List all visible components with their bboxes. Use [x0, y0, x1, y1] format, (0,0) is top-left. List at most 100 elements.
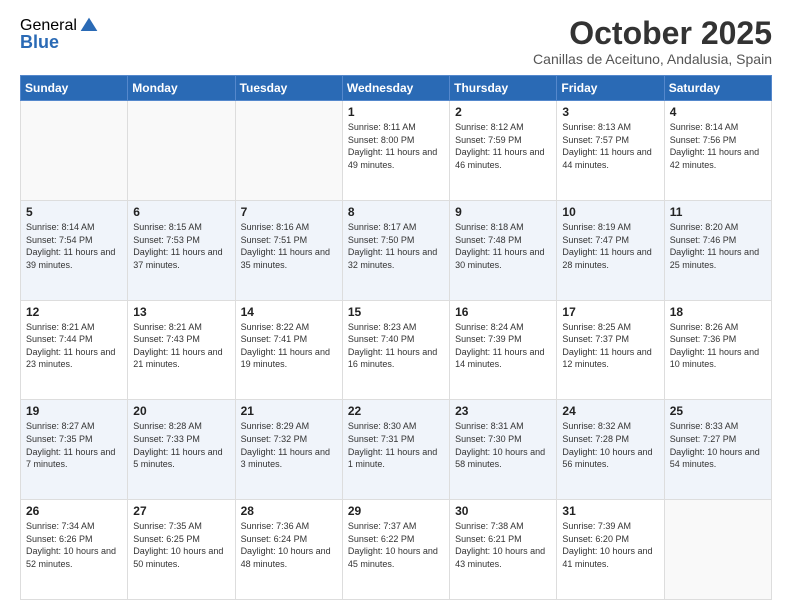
table-row: 20 Sunrise: 8:28 AM Sunset: 7:33 PM Dayli… — [128, 400, 235, 500]
table-row: 8 Sunrise: 8:17 AM Sunset: 7:50 PM Daylig… — [342, 200, 449, 300]
day-number: 16 — [455, 305, 551, 319]
table-row — [235, 101, 342, 201]
day-info: Sunrise: 8:33 AM Sunset: 7:27 PM Dayligh… — [670, 420, 766, 470]
day-info: Sunrise: 8:25 AM Sunset: 7:37 PM Dayligh… — [562, 321, 658, 371]
table-row: 10 Sunrise: 8:19 AM Sunset: 7:47 PM Dayli… — [557, 200, 664, 300]
day-info: Sunrise: 8:18 AM Sunset: 7:48 PM Dayligh… — [455, 221, 551, 271]
day-info: Sunrise: 8:21 AM Sunset: 7:44 PM Dayligh… — [26, 321, 122, 371]
day-info: Sunrise: 7:38 AM Sunset: 6:21 PM Dayligh… — [455, 520, 551, 570]
day-info: Sunrise: 8:30 AM Sunset: 7:31 PM Dayligh… — [348, 420, 444, 470]
table-row: 22Sunrise: 8:30 AM Sunset: 7:31 PM Dayli… — [342, 400, 449, 500]
table-row: 31Sunrise: 7:39 AM Sunset: 6:20 PM Dayli… — [557, 500, 664, 600]
header-wednesday: Wednesday — [342, 76, 449, 101]
day-info: Sunrise: 7:37 AM Sunset: 6:22 PM Dayligh… — [348, 520, 444, 570]
day-number: 20 — [133, 404, 229, 418]
page: General Blue October 2025 Canillas de Ac… — [0, 0, 792, 612]
calendar-week-row: 26 Sunrise: 7:34 AM Sunset: 6:26 PM Dayli… — [21, 500, 772, 600]
day-number: 6 — [133, 205, 229, 219]
calendar: Sunday Monday Tuesday Wednesday Thursday… — [20, 75, 772, 600]
day-number: 12 — [26, 305, 122, 319]
day-number: 1 — [348, 105, 444, 119]
day-number: 23 — [455, 404, 551, 418]
table-row: 5 Sunrise: 8:14 AM Sunset: 7:54 PM Daylig… — [21, 200, 128, 300]
table-row: 27 Sunrise: 7:35 AM Sunset: 6:25 PM Dayli… — [128, 500, 235, 600]
calendar-week-row: 5 Sunrise: 8:14 AM Sunset: 7:54 PM Daylig… — [21, 200, 772, 300]
table-row: 4 Sunrise: 8:14 AM Sunset: 7:56 PM Daylig… — [664, 101, 771, 201]
day-number: 28 — [241, 504, 337, 518]
day-number: 14 — [241, 305, 337, 319]
day-info: Sunrise: 7:35 AM Sunset: 6:25 PM Dayligh… — [133, 520, 229, 570]
header-monday: Monday — [128, 76, 235, 101]
table-row: 24Sunrise: 8:32 AM Sunset: 7:28 PM Dayli… — [557, 400, 664, 500]
day-info: Sunrise: 8:28 AM Sunset: 7:33 PM Dayligh… — [133, 420, 229, 470]
day-info: Sunrise: 8:27 AM Sunset: 7:35 PM Dayligh… — [26, 420, 122, 470]
logo: General Blue — [20, 16, 99, 53]
day-info: Sunrise: 8:17 AM Sunset: 7:50 PM Dayligh… — [348, 221, 444, 271]
day-number: 5 — [26, 205, 122, 219]
day-number: 9 — [455, 205, 551, 219]
day-info: Sunrise: 7:36 AM Sunset: 6:24 PM Dayligh… — [241, 520, 337, 570]
table-row: 13Sunrise: 8:21 AM Sunset: 7:43 PM Dayli… — [128, 300, 235, 400]
header-saturday: Saturday — [664, 76, 771, 101]
header-tuesday: Tuesday — [235, 76, 342, 101]
day-info: Sunrise: 8:20 AM Sunset: 7:46 PM Dayligh… — [670, 221, 766, 271]
header: General Blue October 2025 Canillas de Ac… — [20, 16, 772, 67]
table-row: 26 Sunrise: 7:34 AM Sunset: 6:26 PM Dayli… — [21, 500, 128, 600]
day-info: Sunrise: 8:16 AM Sunset: 7:51 PM Dayligh… — [241, 221, 337, 271]
table-row: 12 Sunrise: 8:21 AM Sunset: 7:44 PM Dayli… — [21, 300, 128, 400]
day-number: 24 — [562, 404, 658, 418]
table-row: 11Sunrise: 8:20 AM Sunset: 7:46 PM Dayli… — [664, 200, 771, 300]
month-title: October 2025 — [533, 16, 772, 51]
calendar-week-row: 1 Sunrise: 8:11 AM Sunset: 8:00 PM Daylig… — [21, 101, 772, 201]
table-row: 23Sunrise: 8:31 AM Sunset: 7:30 PM Dayli… — [450, 400, 557, 500]
table-row: 16 Sunrise: 8:24 AM Sunset: 7:39 PM Dayli… — [450, 300, 557, 400]
day-number: 18 — [670, 305, 766, 319]
day-info: Sunrise: 8:14 AM Sunset: 7:54 PM Dayligh… — [26, 221, 122, 271]
table-row: 28 Sunrise: 7:36 AM Sunset: 6:24 PM Dayli… — [235, 500, 342, 600]
day-number: 21 — [241, 404, 337, 418]
table-row — [128, 101, 235, 201]
day-info: Sunrise: 8:19 AM Sunset: 7:47 PM Dayligh… — [562, 221, 658, 271]
weekday-header-row: Sunday Monday Tuesday Wednesday Thursday… — [21, 76, 772, 101]
table-row: 6Sunrise: 8:15 AM Sunset: 7:53 PM Daylig… — [128, 200, 235, 300]
header-thursday: Thursday — [450, 76, 557, 101]
day-number: 25 — [670, 404, 766, 418]
table-row: 7 Sunrise: 8:16 AM Sunset: 7:51 PM Daylig… — [235, 200, 342, 300]
day-info: Sunrise: 8:22 AM Sunset: 7:41 PM Dayligh… — [241, 321, 337, 371]
logo-icon — [79, 16, 99, 36]
table-row: 9 Sunrise: 8:18 AM Sunset: 7:48 PM Daylig… — [450, 200, 557, 300]
day-info: Sunrise: 8:12 AM Sunset: 7:59 PM Dayligh… — [455, 121, 551, 171]
table-row: 1 Sunrise: 8:11 AM Sunset: 8:00 PM Daylig… — [342, 101, 449, 201]
calendar-week-row: 12 Sunrise: 8:21 AM Sunset: 7:44 PM Dayli… — [21, 300, 772, 400]
day-info: Sunrise: 7:34 AM Sunset: 6:26 PM Dayligh… — [26, 520, 122, 570]
day-number: 30 — [455, 504, 551, 518]
day-number: 26 — [26, 504, 122, 518]
table-row: 21 Sunrise: 8:29 AM Sunset: 7:32 PM Dayli… — [235, 400, 342, 500]
day-info: Sunrise: 8:24 AM Sunset: 7:39 PM Dayligh… — [455, 321, 551, 371]
table-row: 29Sunrise: 7:37 AM Sunset: 6:22 PM Dayli… — [342, 500, 449, 600]
day-number: 27 — [133, 504, 229, 518]
day-number: 10 — [562, 205, 658, 219]
day-number: 2 — [455, 105, 551, 119]
calendar-week-row: 19 Sunrise: 8:27 AM Sunset: 7:35 PM Dayli… — [21, 400, 772, 500]
day-number: 19 — [26, 404, 122, 418]
day-info: Sunrise: 8:11 AM Sunset: 8:00 PM Dayligh… — [348, 121, 444, 171]
title-area: October 2025 Canillas de Aceituno, Andal… — [533, 16, 772, 67]
day-number: 4 — [670, 105, 766, 119]
header-friday: Friday — [557, 76, 664, 101]
table-row: 14 Sunrise: 8:22 AM Sunset: 7:41 PM Dayli… — [235, 300, 342, 400]
table-row: 19 Sunrise: 8:27 AM Sunset: 7:35 PM Dayli… — [21, 400, 128, 500]
table-row — [21, 101, 128, 201]
table-row: 2 Sunrise: 8:12 AM Sunset: 7:59 PM Daylig… — [450, 101, 557, 201]
day-info: Sunrise: 8:29 AM Sunset: 7:32 PM Dayligh… — [241, 420, 337, 470]
day-number: 7 — [241, 205, 337, 219]
day-info: Sunrise: 8:14 AM Sunset: 7:56 PM Dayligh… — [670, 121, 766, 171]
day-info: Sunrise: 7:39 AM Sunset: 6:20 PM Dayligh… — [562, 520, 658, 570]
table-row: 30 Sunrise: 7:38 AM Sunset: 6:21 PM Dayli… — [450, 500, 557, 600]
table-row: 25 Sunrise: 8:33 AM Sunset: 7:27 PM Dayli… — [664, 400, 771, 500]
day-number: 17 — [562, 305, 658, 319]
table-row: 3Sunrise: 8:13 AM Sunset: 7:57 PM Daylig… — [557, 101, 664, 201]
header-sunday: Sunday — [21, 76, 128, 101]
day-info: Sunrise: 8:23 AM Sunset: 7:40 PM Dayligh… — [348, 321, 444, 371]
day-number: 8 — [348, 205, 444, 219]
